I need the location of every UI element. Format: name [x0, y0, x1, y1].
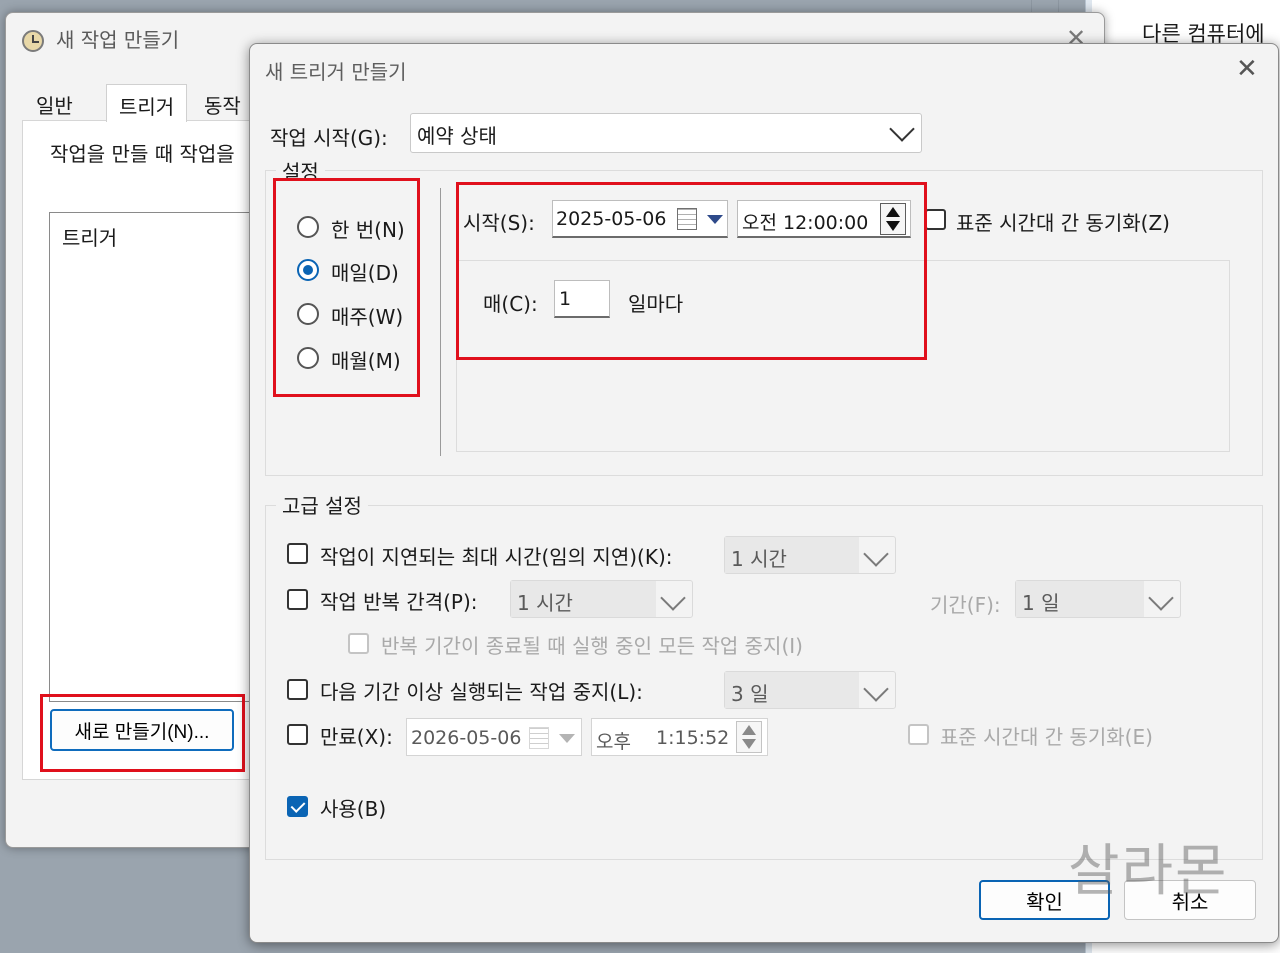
advanced-legend: 고급 설정 — [276, 490, 368, 519]
trigger-list[interactable] — [49, 212, 269, 702]
calendar-icon[interactable] — [529, 727, 549, 749]
repeat-select[interactable]: 1 시간 — [510, 580, 693, 618]
begin-task-value: 예약 상태 — [417, 124, 497, 148]
expire-time-value: 1:15:52 — [656, 727, 730, 749]
duration-value: 1 일 — [1022, 591, 1060, 615]
stop-all-checkbox[interactable] — [348, 633, 369, 654]
delay-value: 1 시간 — [731, 547, 787, 571]
chevron-down-icon — [1148, 585, 1174, 611]
close-icon[interactable]: ✕ — [1236, 54, 1258, 84]
expire-ampm: 오후 — [596, 731, 631, 753]
repeat-value: 1 시간 — [517, 591, 573, 615]
stop-longer-select[interactable]: 3 일 — [724, 671, 896, 709]
tab-general[interactable]: 일반 — [24, 84, 85, 122]
repeat-checkbox[interactable] — [287, 589, 308, 610]
sync-timezone-label: 표준 시간대 간 동기화(Z) — [956, 211, 1170, 235]
stop-longer-label: 다음 기간 이상 실행되는 작업 중지(L): — [320, 680, 643, 704]
dialog-title: 새 트리거 만들기 — [265, 60, 407, 84]
expire-date-value: 2026-05-06 — [411, 727, 522, 749]
begin-task-select[interactable]: 예약 상태 — [410, 113, 922, 153]
chevron-down-icon — [660, 585, 686, 611]
chevron-down-icon — [863, 541, 889, 567]
chevron-down-icon — [863, 676, 889, 702]
tab-actions[interactable]: 동작 — [192, 84, 253, 122]
tab-triggers[interactable]: 트리거 — [106, 84, 188, 122]
caret-down-icon — [559, 734, 575, 743]
expire-sync-checkbox[interactable] — [908, 724, 929, 745]
watermark: 살라몬 — [1068, 839, 1229, 904]
trigger-list-header: 트리거 — [62, 226, 118, 250]
duration-label: 기간(F): — [930, 593, 1001, 617]
clock-icon — [22, 30, 44, 52]
chevron-down-icon — [889, 116, 915, 142]
expire-time-picker[interactable]: 오후 1:15:52 — [591, 718, 768, 756]
duration-select[interactable]: 1 일 — [1015, 580, 1181, 618]
highlight-box-new-button — [40, 694, 245, 772]
create-task-window-title: 새 작업 만들기 — [56, 28, 180, 52]
begin-task-label: 작업 시작(G): — [270, 126, 388, 150]
settings-divider — [440, 188, 441, 456]
expire-label: 만료(X): — [320, 725, 393, 749]
expire-sync-label: 표준 시간대 간 동기화(E) — [940, 725, 1153, 749]
stop-longer-value: 3 일 — [731, 682, 769, 706]
highlight-box-schedule-options — [273, 178, 420, 397]
expire-date-picker[interactable]: 2026-05-06 — [406, 718, 582, 756]
triggers-description: 작업을 만들 때 작업을 — [50, 142, 235, 166]
enabled-label: 사용(B) — [320, 797, 387, 821]
sync-timezone-checkbox[interactable] — [925, 209, 946, 230]
expire-checkbox[interactable] — [287, 724, 308, 745]
delay-label: 작업이 지연되는 최대 시간(임의 지연)(K): — [320, 545, 673, 569]
time-spinner-icon[interactable] — [736, 721, 762, 753]
delay-select[interactable]: 1 시간 — [724, 536, 896, 574]
delay-checkbox[interactable] — [287, 543, 308, 564]
stop-all-label: 반복 기간이 종료될 때 실행 중인 모든 작업 중지(I) — [381, 634, 803, 658]
stop-longer-checkbox[interactable] — [287, 679, 308, 700]
highlight-box-start-recur — [456, 182, 927, 360]
repeat-label: 작업 반복 간격(P): — [320, 590, 478, 614]
enabled-checkbox[interactable] — [287, 796, 308, 817]
